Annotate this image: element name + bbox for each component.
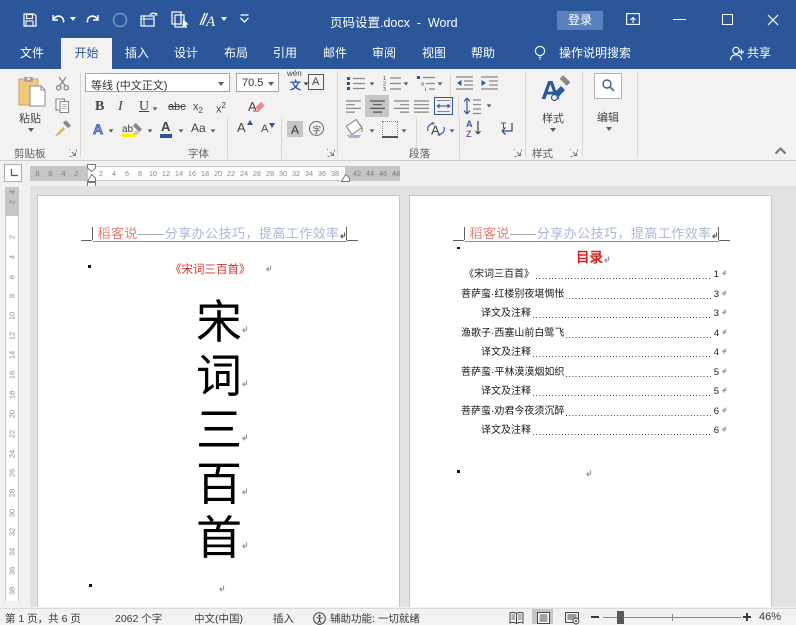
svg-text:3: 3 [383,87,386,93]
svg-text:A: A [205,14,216,30]
svg-text:Z: Z [466,129,472,139]
svg-text:ab: ab [122,124,134,135]
svg-text:i: i [425,87,426,93]
svg-text:A: A [466,119,473,129]
